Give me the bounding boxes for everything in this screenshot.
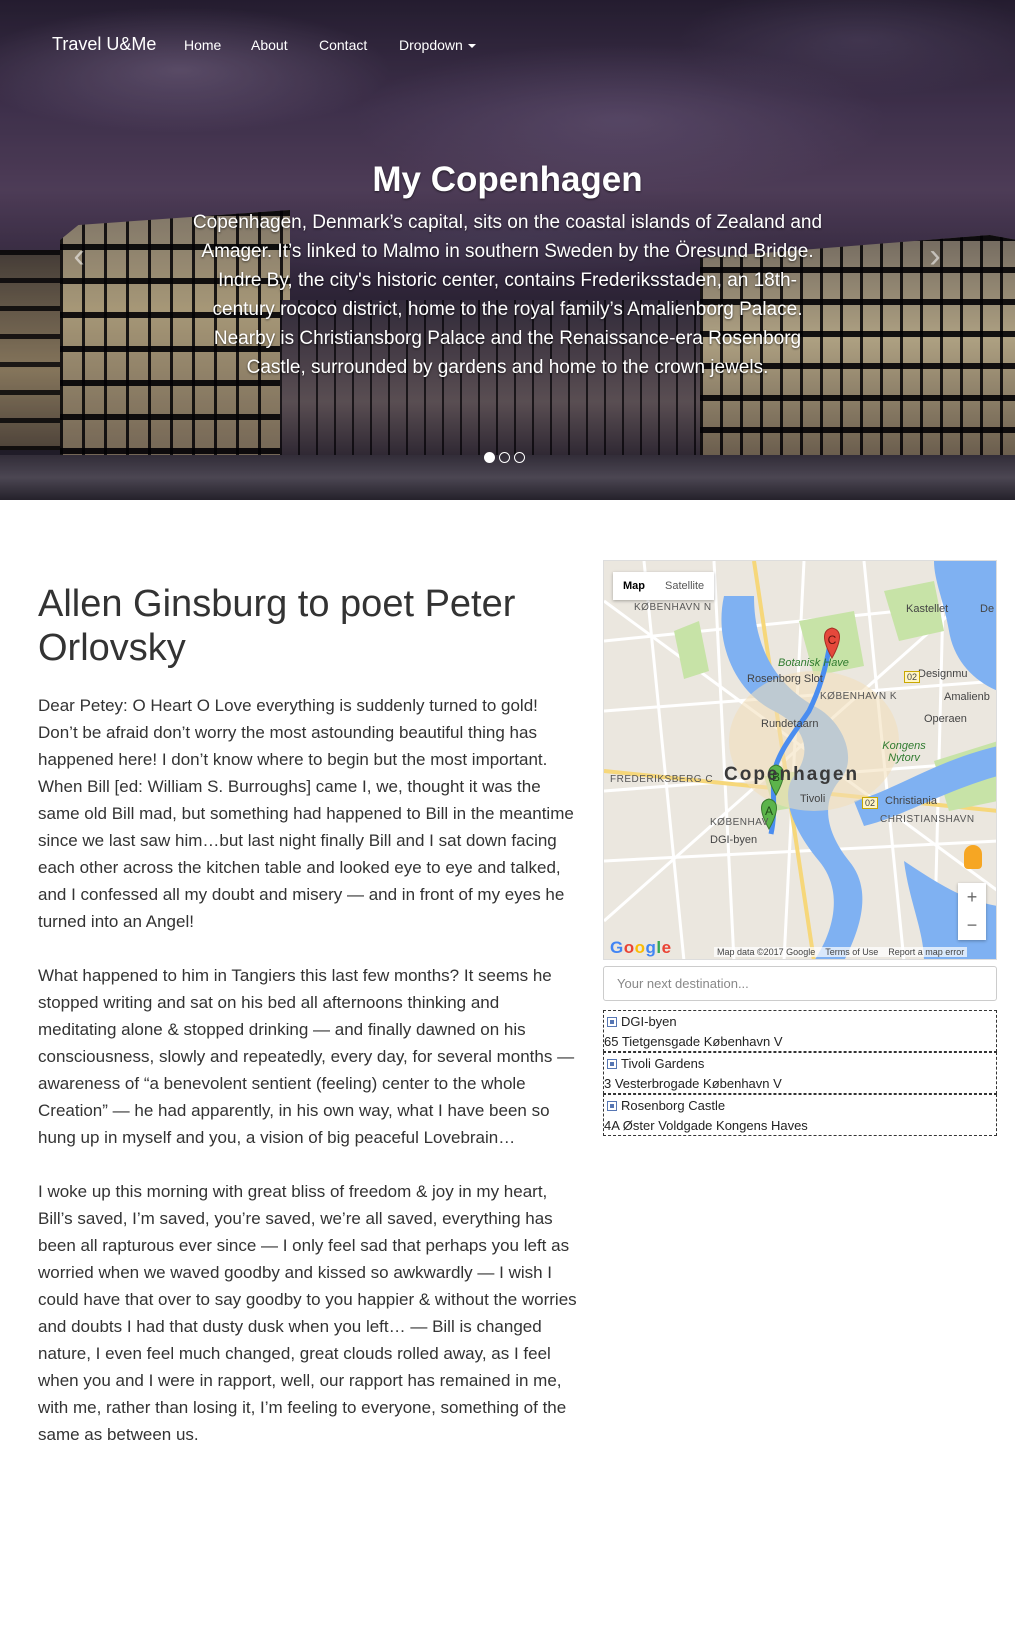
map-label: Amalienb: [944, 691, 990, 703]
map-label: KØBENHAVN K: [820, 691, 897, 702]
nav-contact[interactable]: Contact: [319, 37, 367, 53]
waypoint-item[interactable]: DGI-byen 65 Tietgensgade København V: [603, 1010, 997, 1052]
nav-dropdown-label: Dropdown: [399, 37, 463, 53]
map-widget[interactable]: A B C Map Satellite KØBENHAVN N Kastelle…: [603, 560, 997, 960]
map-label: CHRISTIANSHAVN: [880, 814, 975, 825]
map-footer: Map data ©2017 Google Terms of Use Repor…: [714, 947, 968, 957]
map-canvas: A B C: [604, 561, 996, 959]
map-data-credit: Map data ©2017 Google: [717, 947, 816, 957]
waypoint-name: Rosenborg Castle: [621, 1098, 726, 1113]
report-error-link[interactable]: Report a map error: [888, 947, 964, 957]
zoom-out-button[interactable]: −: [958, 911, 986, 939]
carousel-next-button[interactable]: ›: [920, 238, 950, 274]
metro-badge: 02: [862, 797, 879, 809]
map-type-map-button[interactable]: Map: [613, 572, 655, 600]
carousel-indicators: [484, 452, 525, 463]
hero-carousel: Travel U&Me Home About Contact Dropdown …: [0, 0, 1015, 500]
carousel-title: My Copenhagen: [372, 160, 643, 199]
nav-home[interactable]: Home: [184, 37, 221, 53]
map-label: FREDERIKSBERG C: [610, 774, 714, 785]
map-label: KØBENHAV: [710, 817, 769, 828]
map-label: Rosenborg Slot: [747, 673, 823, 685]
caret-down-icon: [467, 44, 476, 49]
navbar-brand[interactable]: Travel U&Me: [52, 34, 156, 55]
map-type-satellite-button[interactable]: Satellite: [655, 572, 714, 600]
map-type-control: Map Satellite: [613, 572, 715, 600]
map-label: KØBENHAVN N: [634, 602, 712, 613]
place-icon: [607, 1101, 617, 1111]
street-view-pegman-icon[interactable]: [964, 845, 982, 869]
map-label: De: [980, 603, 995, 615]
zoom-control: + −: [958, 883, 986, 940]
map-city-label: Copenhagen: [724, 764, 860, 785]
destination-input[interactable]: [603, 966, 997, 1001]
map-label: Rundetaarn: [761, 718, 819, 730]
map-label: Designmu: [918, 668, 968, 680]
waypoint-address: 4A Øster Voldgade Kongens Haves: [604, 1118, 808, 1133]
waypoint-list: DGI-byen 65 Tietgensgade København V Tiv…: [603, 1010, 997, 1136]
waypoint-item[interactable]: Rosenborg Castle 4A Øster Voldgade Konge…: [603, 1094, 997, 1136]
article-title: Allen Ginsburg to poet Peter Orlovsky: [38, 583, 516, 669]
navbar: Travel U&Me Home About Contact Dropdown: [0, 0, 1015, 90]
carousel-caption: My Copenhagen Copenhagen, Denmark’s capi…: [190, 158, 825, 382]
map-label: Christiania: [885, 795, 937, 807]
map-label: Botanisk Have: [778, 657, 849, 669]
carousel-indicator[interactable]: [514, 452, 525, 463]
waypoint-address: 65 Tietgensgade København V: [604, 1034, 783, 1049]
map-label: Kastellet: [906, 603, 949, 615]
map-label: Kongens Nytorv: [882, 740, 926, 764]
map-label: Operaen: [924, 713, 967, 725]
svg-text:A: A: [765, 804, 773, 818]
carousel-indicator[interactable]: [499, 452, 510, 463]
article-paragraph: Dear Petey: O Heart O Love everything is…: [38, 696, 574, 931]
article: Allen Ginsburg to poet Peter Orlovsky De…: [38, 582, 578, 1475]
carousel-text: Copenhagen, Denmark’s capital, sits on t…: [192, 212, 823, 378]
map-label: DGI-byen: [710, 834, 758, 846]
map-label: Tivoli: [800, 793, 826, 805]
article-paragraph: What happened to him in Tangiers this la…: [38, 966, 575, 1147]
place-icon: [607, 1059, 617, 1069]
google-logo: Google: [610, 938, 672, 957]
nav-dropdown[interactable]: Dropdown: [399, 37, 476, 53]
svg-text:C: C: [828, 633, 837, 647]
carousel-indicator[interactable]: [484, 452, 495, 463]
waypoint-name: Tivoli Gardens: [621, 1056, 705, 1071]
metro-badge: 02: [904, 671, 921, 683]
carousel-prev-button[interactable]: ‹: [64, 238, 94, 274]
waypoint-name: DGI-byen: [621, 1014, 677, 1029]
article-paragraph: I woke up this morning with great bliss …: [38, 1182, 577, 1444]
place-icon: [607, 1017, 617, 1027]
nav-about[interactable]: About: [251, 37, 288, 53]
terms-link[interactable]: Terms of Use: [825, 947, 878, 957]
zoom-in-button[interactable]: +: [958, 883, 986, 911]
waypoint-address: 3 Vesterbrogade København V: [604, 1076, 782, 1091]
waypoint-item[interactable]: Tivoli Gardens 3 Vesterbrogade København…: [603, 1052, 997, 1094]
